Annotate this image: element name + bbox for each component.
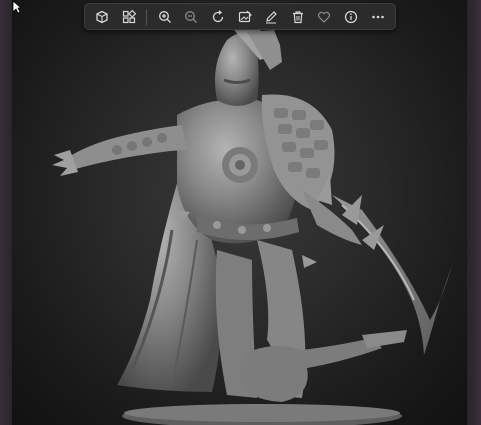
info-icon — [344, 10, 358, 23]
delete-icon — [292, 10, 303, 23]
zoom-in-icon — [158, 10, 171, 23]
rotate-view-button[interactable] — [89, 6, 116, 28]
apps-grid-icon — [122, 9, 136, 23]
toolbar-separator — [146, 8, 148, 25]
window-frame-right — [467, 0, 481, 425]
favorite-icon — [318, 11, 331, 23]
favorite-button[interactable] — [311, 6, 338, 28]
info-button[interactable] — [338, 6, 365, 28]
window-frame-left — [0, 0, 12, 425]
image-viewer-toolbar — [84, 3, 396, 30]
mouse-cursor-icon — [12, 0, 22, 14]
draw-button[interactable] — [258, 6, 285, 28]
apps-button[interactable] — [116, 6, 143, 28]
more-options-button[interactable] — [364, 6, 391, 28]
edit-image-icon — [238, 10, 252, 22]
image-viewer-canvas[interactable] — [12, 0, 467, 425]
delete-button[interactable] — [284, 6, 311, 28]
more-options-icon — [371, 15, 384, 18]
sculpt-image — [52, 25, 452, 425]
rotate-icon — [212, 9, 224, 22]
rotate-button[interactable] — [205, 6, 232, 28]
draw-icon — [266, 10, 277, 23]
rotate-view-icon — [96, 10, 108, 23]
edit-image-button[interactable] — [231, 6, 258, 28]
zoom-out-icon — [185, 10, 198, 23]
zoom-in-button[interactable] — [151, 6, 178, 28]
zoom-out-button[interactable] — [178, 6, 205, 28]
